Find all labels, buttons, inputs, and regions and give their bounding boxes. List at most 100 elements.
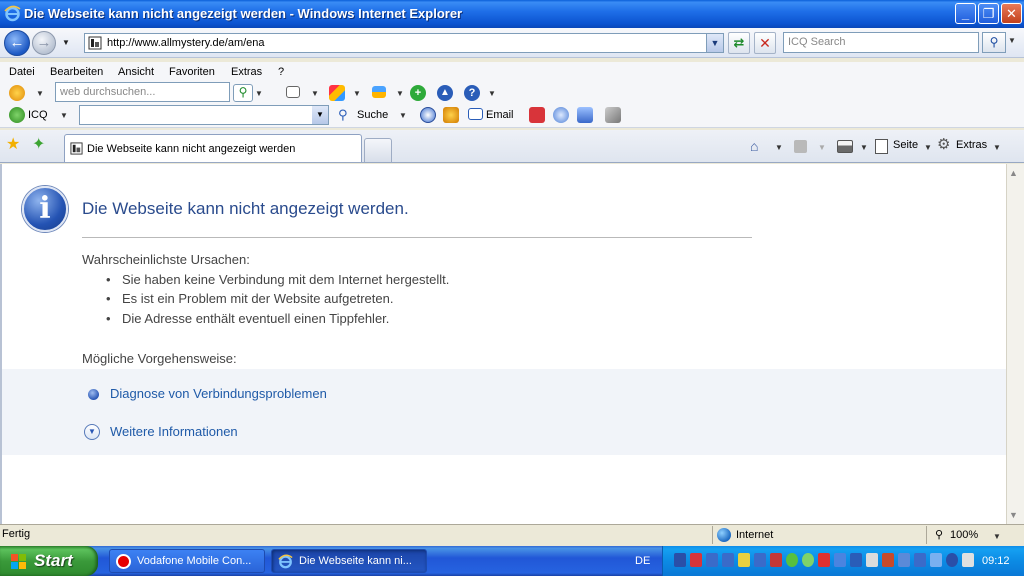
messenger-butterfly-icon[interactable] (329, 85, 345, 101)
tab-active[interactable]: Die Webseite kann nicht angezeigt werden (64, 134, 362, 162)
history-dropdown-icon[interactable]: ▼ (62, 38, 70, 47)
page-favicon-icon (88, 36, 102, 50)
tray-icq-icon[interactable] (802, 553, 814, 567)
clock: 09:12 (982, 555, 1010, 567)
scroll-down-icon[interactable]: ▼ (1009, 510, 1018, 520)
seite-dropdown-icon[interactable]: ▼ (924, 143, 932, 152)
menu-ansicht[interactable]: Ansicht (118, 66, 154, 78)
zoom-level[interactable]: 100% (950, 529, 978, 541)
tray-app-icon[interactable] (962, 553, 974, 567)
menu-datei[interactable]: Datei (9, 66, 35, 78)
tray-network-icon[interactable] (722, 553, 734, 567)
menu-bearbeiten[interactable]: Bearbeiten (50, 66, 103, 78)
add-favorite-icon[interactable]: ✦ (32, 137, 48, 153)
info-circle-icon[interactable]: ▲ (437, 85, 453, 101)
people-icon[interactable] (443, 107, 459, 123)
highlight-dropdown-icon[interactable]: ▼ (396, 89, 404, 98)
help-icon[interactable]: ? (464, 85, 480, 101)
task-label: Die Webseite kann ni... (299, 555, 412, 567)
arrow-left-icon: ← (9, 34, 25, 51)
magnifier-icon: ⚲ (989, 35, 999, 49)
toolbar-logo-dropdown-icon[interactable]: ▼ (36, 89, 44, 98)
ie-logo-icon (4, 5, 21, 22)
tray-security-icon[interactable] (818, 553, 830, 567)
feeds-icon[interactable] (794, 140, 807, 153)
diagnose-link[interactable]: Diagnose von Verbindungsproblemen (110, 386, 327, 401)
tray-network-icon[interactable] (754, 553, 766, 567)
tray-volume-icon[interactable] (866, 553, 878, 567)
extras-button[interactable]: Extras (956, 139, 987, 151)
email-button[interactable]: Email (486, 109, 514, 121)
vertical-scrollbar[interactable]: ▲ ▼ (1006, 164, 1024, 524)
tray-shield-icon[interactable] (946, 553, 958, 567)
book-icon[interactable] (529, 107, 545, 123)
print-dropdown-icon[interactable]: ▼ (860, 143, 868, 152)
home-icon[interactable]: ⌂ (750, 138, 766, 154)
help-dropdown-icon[interactable]: ▼ (488, 89, 496, 98)
search-input[interactable]: ICQ Search (783, 32, 979, 53)
more-info-link[interactable]: Weitere Informationen (110, 424, 238, 439)
web-search-go-button[interactable]: ⚲ (233, 84, 253, 102)
expand-chevron-icon[interactable]: ▼ (84, 424, 100, 440)
security-zone[interactable]: Internet (736, 529, 773, 541)
tray-antivirus-icon[interactable] (770, 553, 782, 567)
tray-bluetooth-icon[interactable] (850, 553, 862, 567)
menu-help[interactable]: ? (278, 66, 284, 78)
address-dropdown-button[interactable]: ▼ (706, 33, 724, 53)
search-options-dropdown-icon[interactable]: ▼ (1008, 36, 1016, 45)
back-button[interactable]: ← (4, 30, 30, 56)
icq-label[interactable]: ICQ (28, 109, 48, 121)
page-toolbar-dropdown-icon[interactable]: ▼ (311, 89, 319, 98)
tray-monitor-icon[interactable] (930, 553, 942, 567)
tray-app-icon[interactable] (898, 553, 910, 567)
tray-signal-icon[interactable] (690, 553, 702, 567)
tray-battery-icon[interactable] (674, 553, 686, 567)
page-toolbar-icon[interactable] (286, 86, 300, 98)
tray-shield-icon[interactable] (786, 553, 798, 567)
close-button[interactable]: ✕ (1001, 3, 1022, 24)
add-icon[interactable]: + (410, 85, 426, 101)
scroll-up-icon[interactable]: ▲ (1009, 168, 1018, 178)
toolbar-logo-icon[interactable] (9, 85, 25, 101)
favorites-star-icon[interactable]: ★ (6, 137, 22, 153)
forward-button[interactable]: → (32, 31, 56, 55)
maximize-button[interactable]: ❐ (978, 3, 999, 24)
address-input[interactable]: http://www.allmystery.de/am/ena (84, 33, 724, 53)
minimize-button[interactable]: _ (955, 3, 976, 24)
web-search-input[interactable]: web durchsuchen... (55, 82, 230, 102)
menu-extras[interactable]: Extras (231, 66, 262, 78)
taskbar-item-ie[interactable]: Die Webseite kann ni... (271, 549, 427, 573)
suche-button[interactable]: Suche (357, 109, 388, 121)
taskbar-item-vodafone[interactable]: Vodafone Mobile Con... (109, 549, 265, 573)
home-dropdown-icon[interactable]: ▼ (775, 143, 783, 152)
zoom-dropdown-icon[interactable]: ▼ (993, 532, 1001, 541)
phone-icon[interactable] (577, 107, 593, 123)
web-search-dropdown-icon[interactable]: ▼ (255, 89, 263, 98)
suche-dropdown-icon[interactable]: ▼ (399, 111, 407, 120)
tray-display-icon[interactable] (914, 553, 926, 567)
chevron-down-icon[interactable]: ▼ (312, 106, 328, 124)
compass-icon[interactable] (420, 107, 436, 123)
tray-network-icon[interactable] (706, 553, 718, 567)
tray-wifi-icon[interactable] (738, 553, 750, 567)
extras-dropdown-icon[interactable]: ▼ (993, 143, 1001, 152)
icq-search-combo[interactable]: ▼ (79, 105, 329, 125)
printer-icon[interactable] (837, 140, 853, 153)
feeds-dropdown-icon[interactable]: ▼ (818, 143, 826, 152)
icq-dropdown-icon[interactable]: ▼ (60, 111, 68, 120)
refresh-button[interactable]: ⇄ (728, 32, 750, 54)
tray-app-icon[interactable] (882, 553, 894, 567)
chat-icon[interactable] (553, 107, 569, 123)
new-tab-button[interactable] (364, 138, 392, 162)
start-button[interactable]: Start (0, 546, 98, 576)
seite-button[interactable]: Seite (893, 139, 918, 151)
search-button[interactable]: ⚲ (982, 32, 1006, 53)
highlight-icon[interactable] (372, 86, 386, 98)
messenger-dropdown-icon[interactable]: ▼ (353, 89, 361, 98)
tray-sync-icon[interactable] (834, 553, 846, 567)
tools-icon[interactable] (605, 107, 621, 123)
stop-button[interactable]: ✕ (754, 32, 776, 54)
language-indicator[interactable]: DE (635, 555, 650, 567)
icq-flower-icon[interactable] (9, 107, 25, 123)
menu-favoriten[interactable]: Favoriten (169, 66, 215, 78)
